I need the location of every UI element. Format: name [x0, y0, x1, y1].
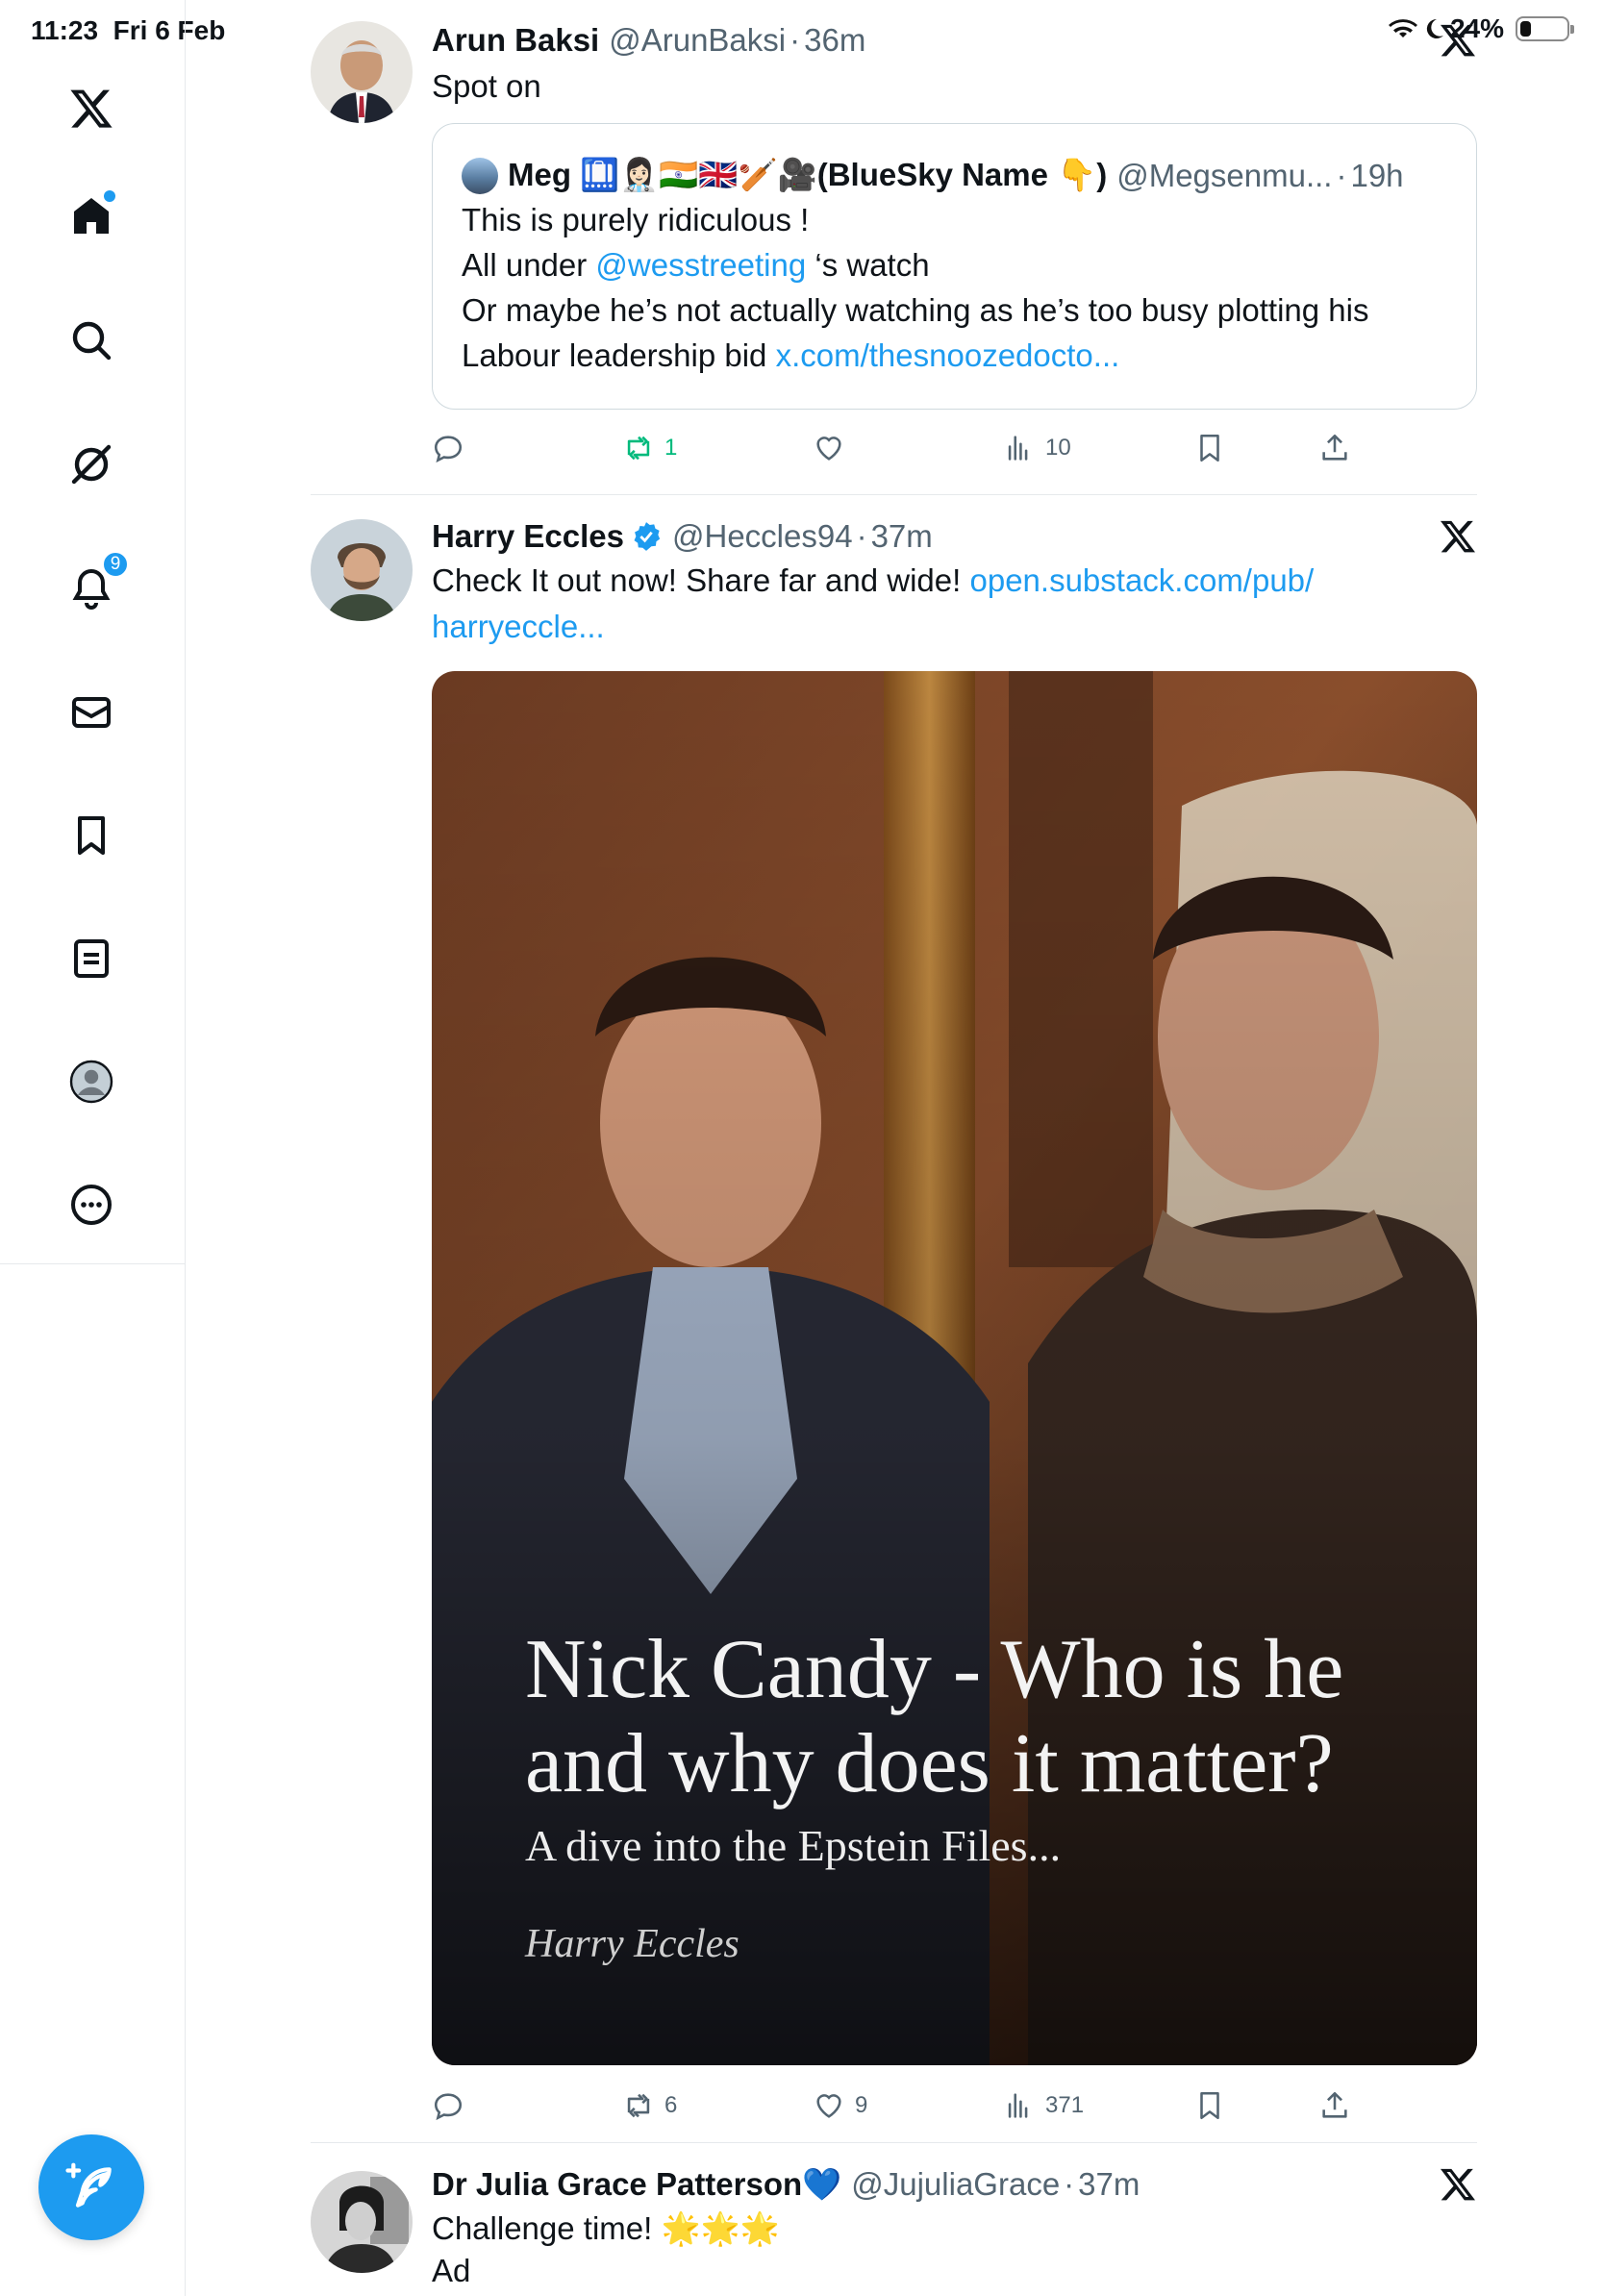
- sidebar-divider: [0, 1263, 186, 1264]
- substack-link-continued[interactable]: harryeccle...: [432, 609, 605, 644]
- tweet-divider: [311, 494, 1477, 495]
- bookmarks-icon[interactable]: [63, 808, 119, 863]
- views-icon: [1008, 436, 1028, 461]
- bookmark-icon: [1200, 2091, 1219, 2120]
- verified-badge-icon: [634, 522, 661, 551]
- tweet-header: Harry Eccles @Heccles94 · 37m: [432, 517, 933, 556]
- x-source-icon: [1439, 517, 1477, 556]
- home-unread-dot: [104, 190, 115, 202]
- quoted-tweet-header: Meg 🛄👩🏻‍⚕️🇮🇳🇬🇧🏏🎥(BlueSky Name 👇) @Megsen…: [462, 157, 1404, 194]
- more-icon[interactable]: [63, 1177, 119, 1233]
- tweet-actions: 1 10: [432, 425, 1393, 471]
- substack-link[interactable]: open.substack.com/pub/: [969, 562, 1314, 598]
- tweet-actions: 6 9 371: [432, 2083, 1393, 2129]
- avatar[interactable]: [311, 2171, 413, 2273]
- quoted-tweet[interactable]: Meg 🛄👩🏻‍⚕️🇮🇳🇬🇧🏏🎥(BlueSky Name 👇) @Megsen…: [432, 123, 1477, 410]
- ad-label: Ad: [432, 2253, 471, 2288]
- reply-icon: [434, 436, 463, 463]
- mention-link[interactable]: @wesstreeting: [595, 247, 806, 283]
- sidebar: 9: [0, 0, 186, 2296]
- share-icon: [1322, 434, 1347, 461]
- tweet-header: Arun Baksi @ArunBaksi · 36m: [432, 21, 866, 60]
- lists-icon[interactable]: [63, 931, 119, 986]
- x-source-icon: [1439, 21, 1477, 60]
- quoted-tweet-time: 19h: [1350, 157, 1404, 193]
- quoted-url-link[interactable]: x.com/thesnoozedocto...: [776, 337, 1120, 373]
- reply-icon: [434, 2093, 463, 2121]
- repost-button[interactable]: 1: [622, 432, 677, 464]
- tweet-text: Spot on: [432, 68, 541, 104]
- compose-feather-icon: [65, 2162, 112, 2208]
- quoted-author-name: Meg 🛄👩🏻‍⚕️🇮🇳🇬🇧🏏🎥(BlueSky Name 👇): [508, 157, 1108, 192]
- article-title: Nick Candy - Who is he and why does it m…: [525, 1623, 1344, 1810]
- author-handle[interactable]: @JujuliaGrace: [851, 2165, 1060, 2204]
- like-button[interactable]: 9: [813, 2089, 867, 2122]
- author-handle[interactable]: @ArunBaksi: [609, 21, 786, 60]
- bookmark-icon: [1200, 434, 1219, 462]
- tweet-text: Check It out now! Share far and wide! op…: [432, 562, 1315, 644]
- bookmark-button[interactable]: [1193, 432, 1226, 464]
- notifications-icon[interactable]: 9: [63, 551, 129, 616]
- tweet-time[interactable]: 37m: [871, 517, 933, 556]
- article-subtitle: A dive into the Epstein Files...: [525, 1821, 1062, 1870]
- profile-icon[interactable]: [63, 1054, 119, 1110]
- views-button[interactable]: 10: [1003, 432, 1071, 464]
- repost-icon: [627, 2093, 650, 2118]
- home-icon[interactable]: [63, 188, 119, 244]
- messages-icon[interactable]: [63, 685, 119, 740]
- tweet[interactable]: Arun Baksi @ArunBaksi · 36m Spot on Meg …: [311, 21, 1477, 463]
- battery-icon: [1516, 16, 1574, 41]
- tweet-header: Dr Julia Grace Patterson💙 @JujuliaGrace …: [432, 2165, 1140, 2204]
- author-name[interactable]: Harry Eccles: [432, 517, 624, 556]
- quoted-tweet-text: This is purely ridiculous ! All under @w…: [462, 202, 1369, 373]
- author-name[interactable]: Dr Julia Grace Patterson💙: [432, 2165, 841, 2204]
- search-icon[interactable]: [63, 312, 119, 368]
- grok-icon[interactable]: [63, 437, 119, 492]
- tweet[interactable]: Harry Eccles @Heccles94 · 37m Check It o…: [311, 517, 1477, 2133]
- quoted-avatar: [462, 157, 498, 194]
- quoted-author-handle: @Megsenmu...: [1116, 157, 1333, 193]
- share-button[interactable]: [1318, 432, 1351, 464]
- x-source-icon: [1439, 2165, 1477, 2204]
- x-logo-icon[interactable]: [63, 81, 119, 137]
- article-card[interactable]: Nick Candy - Who is he and why does it m…: [432, 671, 1477, 2065]
- views-button[interactable]: 371: [1003, 2089, 1084, 2122]
- like-button[interactable]: [813, 432, 855, 464]
- views-icon: [1008, 2093, 1028, 2118]
- author-name[interactable]: Arun Baksi: [432, 21, 599, 60]
- reply-button[interactable]: [432, 432, 474, 464]
- avatar[interactable]: [311, 519, 413, 621]
- heart-icon: [816, 437, 841, 461]
- heart-icon: [816, 2094, 841, 2118]
- compose-button[interactable]: [38, 2134, 144, 2240]
- share-button[interactable]: [1318, 2089, 1351, 2122]
- avatar[interactable]: [311, 21, 413, 123]
- battery-level: [1520, 21, 1531, 37]
- tweet-text: Challenge time! 🌟🌟🌟: [432, 2210, 780, 2246]
- author-handle[interactable]: @Heccles94: [672, 517, 853, 556]
- article-author: Harry Eccles: [525, 1922, 739, 1966]
- reply-button[interactable]: [432, 2089, 474, 2122]
- tweet-divider: [311, 2142, 1477, 2143]
- tweet[interactable]: Dr Julia Grace Patterson💙 @JujuliaGrace …: [311, 2165, 1477, 2296]
- notifications-badge: 9: [102, 551, 129, 578]
- tweet-time[interactable]: 36m: [804, 21, 865, 60]
- tweet-time[interactable]: 37m: [1078, 2165, 1140, 2204]
- repost-button[interactable]: 6: [622, 2089, 677, 2122]
- bookmark-button[interactable]: [1193, 2089, 1226, 2122]
- repost-icon: [627, 436, 650, 461]
- share-icon: [1322, 2091, 1347, 2118]
